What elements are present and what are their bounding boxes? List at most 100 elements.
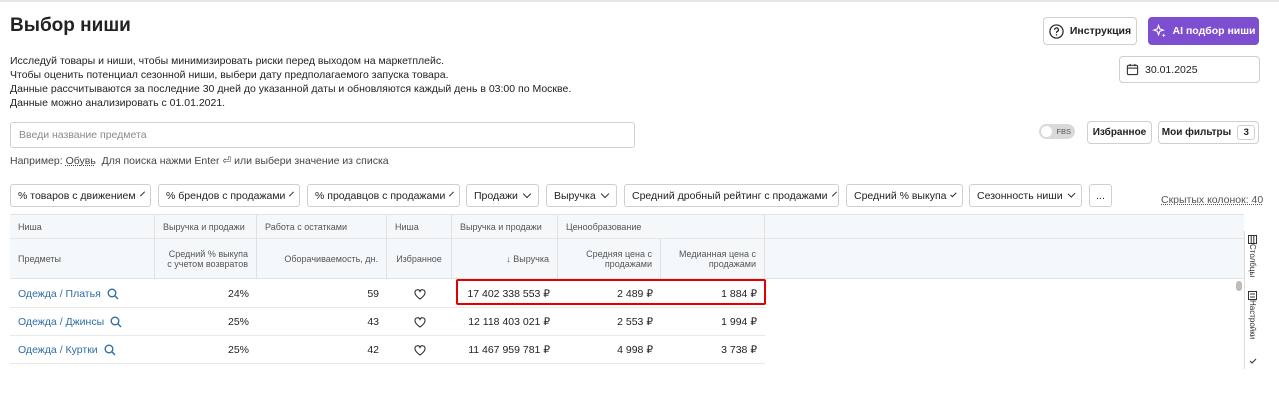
toggle-knob — [1041, 126, 1052, 137]
table-row[interactable]: Одежда / Куртки 25% 42 11 467 959 781 ₽ … — [10, 336, 765, 364]
chevron-down-icon — [950, 190, 957, 198]
table-group-header: Ниша Выручка и продажи Работа с остаткам… — [10, 215, 1244, 239]
column-median-price[interactable]: Медианная цена с продажами — [661, 239, 765, 279]
favorites-button[interactable]: Избранное — [1087, 121, 1152, 144]
subject-cell[interactable]: Одежда / Куртки — [10, 336, 155, 364]
filter-brands-sales[interactable]: % брендов с продажами — [158, 184, 300, 207]
buyout-cell: 24% — [227, 288, 249, 300]
description-line: Данные можно анализировать с 01.01.2021. — [10, 97, 226, 109]
settings-tab-label: Настройки — [1248, 300, 1257, 340]
filter-sales[interactable]: Продажи — [466, 184, 539, 207]
fbs-toggle[interactable]: FBS — [1039, 124, 1075, 139]
checkmark-tab[interactable] — [1245, 357, 1260, 365]
instruction-button[interactable]: Инструкция — [1043, 17, 1137, 45]
favorite-cell[interactable] — [387, 308, 452, 336]
group-niche: Ниша — [10, 215, 155, 239]
turnover-cell: 59 — [367, 288, 379, 300]
filter-label: Сезонность ниши — [977, 189, 1063, 202]
date-picker[interactable]: 30.01.2025 — [1119, 56, 1260, 83]
median-price-cell: 1 994 ₽ — [721, 316, 757, 328]
median-price-cell: 1 884 ₽ — [721, 288, 757, 300]
avg-price-cell: 2 553 ₽ — [617, 316, 653, 328]
date-value: 30.01.2025 — [1145, 63, 1198, 76]
search-input[interactable] — [10, 122, 635, 148]
revenue-cell: 17 402 338 553 ₽ — [467, 288, 550, 300]
turnover-cell: 42 — [367, 344, 379, 356]
group-revenue: Выручка и продажи — [452, 215, 558, 239]
settings-tab[interactable]: Настройки — [1245, 291, 1260, 339]
filter-revenue[interactable]: Выручка — [546, 184, 617, 207]
filter-goods-movement[interactable]: % товаров с движением — [10, 184, 151, 207]
buyout-cell: 25% — [227, 344, 249, 356]
chevron-down-icon — [289, 191, 295, 197]
subject-link[interactable]: Одежда / Платья — [18, 288, 101, 300]
table-row[interactable]: Одежда / Платья 24% 59 17 402 338 553 ₽ … — [10, 280, 765, 308]
scroll-thumb[interactable] — [1236, 281, 1242, 291]
question-icon — [1049, 23, 1064, 39]
buyout-cell: 25% — [227, 316, 249, 328]
filter-avg-rating[interactable]: Средний дробный рейтинг с продажами — [624, 184, 839, 207]
vertical-scrollbar[interactable] — [1236, 281, 1242, 369]
check-icon — [1249, 358, 1256, 364]
chevron-down-icon — [139, 191, 145, 197]
chevron-down-icon — [1067, 189, 1076, 199]
search-icon[interactable] — [110, 316, 122, 328]
columns-icon — [1248, 235, 1257, 244]
fbs-label: FBS — [1056, 127, 1071, 136]
hint-example-link[interactable]: Обувь — [66, 155, 96, 167]
page-title: Выбор ниши — [10, 15, 131, 36]
filter-seasonality[interactable]: Сезонность ниши — [969, 184, 1082, 207]
column-buyout[interactable]: Средний % выкупа с учетом возвратов — [155, 239, 257, 279]
heart-icon[interactable] — [413, 344, 426, 356]
table-row[interactable]: Одежда / Джинсы 25% 43 12 118 403 021 ₽ … — [10, 308, 765, 336]
columns-tab[interactable]: Столбцы — [1245, 235, 1260, 277]
chevron-down-icon — [449, 191, 455, 197]
favorite-cell[interactable] — [387, 280, 452, 308]
turnover-cell: 43 — [367, 316, 379, 328]
hidden-columns-link[interactable]: Скрытых колонок: 40 — [1161, 194, 1263, 206]
filter-label: Продажи — [474, 189, 518, 202]
ai-niche-label: AI подбор ниши — [1172, 25, 1256, 37]
ai-niche-button[interactable]: AI подбор ниши — [1148, 17, 1259, 45]
subject-cell[interactable]: Одежда / Платья — [10, 280, 155, 308]
niche-table: Ниша Выручка и продажи Работа с остаткам… — [10, 214, 1244, 369]
subject-link[interactable]: Одежда / Куртки — [18, 344, 98, 356]
my-filters-label: Мои фильтры — [1161, 127, 1232, 138]
column-avg-price[interactable]: Средняя цена с продажами — [558, 239, 661, 279]
group-pricing: Ценообразование — [558, 215, 765, 239]
filter-label: % брендов с продажами — [166, 189, 286, 202]
columns-tab-label: Столбцы — [1248, 244, 1257, 278]
column-turnover[interactable]: Оборачиваемость, дн. — [257, 239, 387, 279]
avg-price-cell: 4 998 ₽ — [617, 344, 653, 356]
description-line: Чтобы оценить потенциал сезонной ниши, в… — [10, 69, 449, 81]
revenue-cell: 12 118 403 021 ₽ — [468, 316, 550, 328]
fbs-switch[interactable]: FBS — [1039, 124, 1075, 139]
filter-label: Средний дробный рейтинг с продажами — [632, 189, 828, 202]
filter-avg-buyout[interactable]: Средний % выкупа — [846, 184, 963, 207]
column-favorites[interactable]: Избранное — [387, 239, 452, 279]
my-filters-count: 3 — [1237, 125, 1256, 140]
sparkle-icon — [1151, 23, 1166, 37]
group-revenue-sales: Выручка и продажи — [155, 215, 257, 239]
heart-icon[interactable] — [413, 288, 426, 300]
subject-link[interactable]: Одежда / Джинсы — [18, 316, 104, 328]
median-price-cell: 3 738 ₽ — [721, 344, 757, 356]
more-filters-button[interactable]: ... — [1089, 184, 1112, 207]
heart-icon[interactable] — [413, 316, 426, 328]
search-icon[interactable] — [107, 288, 119, 300]
group-niche-fav: Ниша — [387, 215, 452, 239]
instruction-label: Инструкция — [1069, 25, 1132, 37]
subject-cell[interactable]: Одежда / Джинсы — [10, 308, 155, 336]
revenue-cell: 11 467 959 781 ₽ — [468, 344, 550, 356]
search-icon[interactable] — [104, 344, 116, 356]
my-filters-button[interactable]: Мои фильтры 3 — [1158, 121, 1259, 144]
description-line: Данные рассчитываются за последние 30 дн… — [10, 83, 572, 95]
filter-sellers-sales[interactable]: % продавцов с продажами — [307, 184, 460, 207]
filter-label: % товаров с движением — [18, 189, 136, 202]
filter-settings-icon — [1248, 291, 1257, 300]
favorite-cell[interactable] — [387, 336, 452, 364]
column-subjects[interactable]: Предметы — [10, 239, 155, 279]
filter-label: Выручка — [554, 189, 596, 202]
column-revenue-sorted[interactable]: ↓ Выручка — [452, 239, 558, 279]
filter-label: Средний % выкупа — [854, 189, 947, 202]
